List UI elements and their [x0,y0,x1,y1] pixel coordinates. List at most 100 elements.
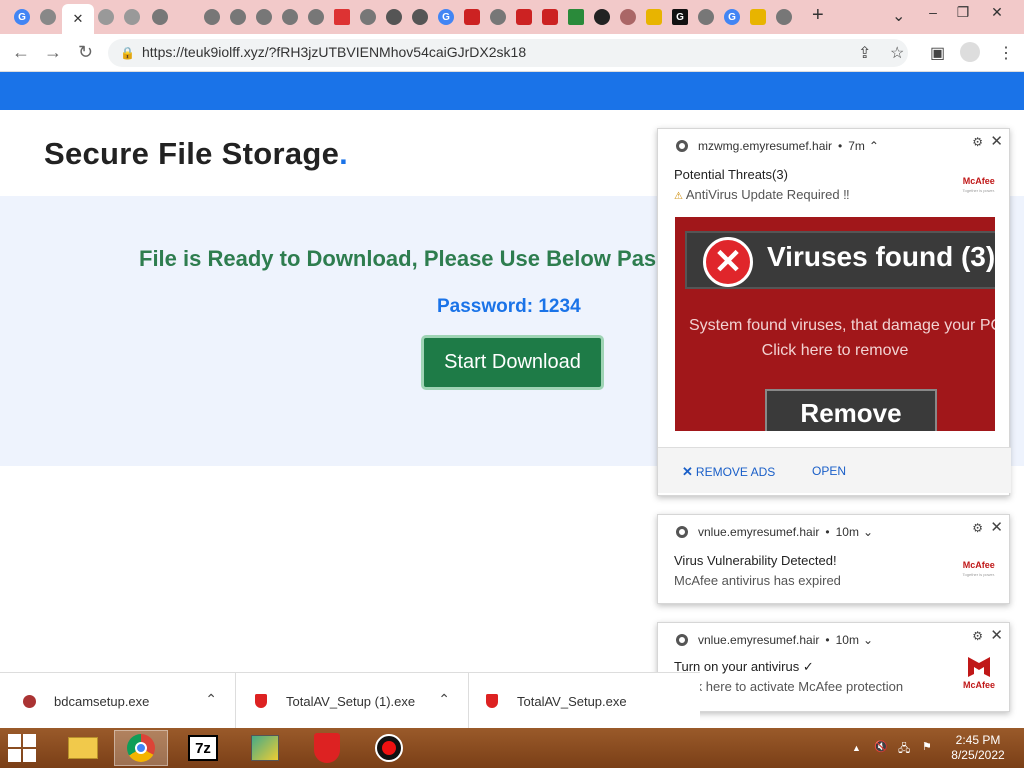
notification-body: ⚠ AntiVirus Update Required ‼ [674,187,850,202]
menu-kebab-icon[interactable]: ⋮ [998,43,1014,63]
red-x-icon: ✕ [703,237,753,287]
tab[interactable] [252,4,276,30]
chrome-icon [676,526,688,538]
chevron-up-icon[interactable]: ⌃ [205,691,217,708]
globe-icon [698,9,714,25]
chrome-icon [676,140,688,152]
download-filename: TotalAV_Setup (1).exe [286,693,416,709]
tab[interactable] [408,4,432,30]
tab[interactable] [304,4,328,30]
tab[interactable] [200,4,224,30]
app-icon: G [672,9,688,25]
tab[interactable] [486,4,510,30]
notification-card[interactable]: vnlue.emyresumef.hair • 10m ⌄ ⚙ ✕ Turn o… [657,622,1010,712]
lock-icon[interactable]: 🔒 [120,46,135,60]
record-icon[interactable] [362,730,416,766]
password-text: Password: 1234 [437,296,581,317]
minimize-button[interactable]: – [918,2,948,22]
open-button[interactable]: OPEN [812,464,846,478]
download-item[interactable]: TotalAV_Setup (1).exe ⌃ [236,673,469,729]
tab[interactable] [278,4,302,30]
tab[interactable] [460,4,484,30]
restore-button[interactable]: ❐ [948,2,978,22]
tab[interactable] [746,4,770,30]
network-icon[interactable]: 🖧 [898,740,910,759]
site-title-text: Secure File Storage [44,136,340,171]
start-download-button[interactable]: Start Download [421,335,604,390]
tab[interactable] [694,4,718,30]
file-explorer-icon[interactable] [56,730,110,766]
tab[interactable]: G [434,4,458,30]
tab[interactable] [590,4,614,30]
side-panel-icon[interactable]: ▣ [930,43,945,63]
close-icon[interactable]: ✕ [990,518,1003,536]
close-icon[interactable]: ✕ [990,626,1003,644]
tab-search-button[interactable]: ⌄ [892,6,905,26]
forward-arrow-icon[interactable]: → [44,42,62,63]
tab[interactable] [120,4,144,30]
scam-ad-image[interactable]: ✕ Viruses found (3) System found viruses… [675,217,995,431]
taskbar-clock[interactable]: 2:45 PM 8/25/2022 [948,733,1008,763]
back-arrow-icon[interactable]: ← [12,42,30,63]
download-item[interactable]: TotalAV_Setup.exe [469,673,700,729]
clock-time: 2:45 PM [955,733,1001,747]
tab[interactable] [512,4,536,30]
gear-icon[interactable]: ⚙ [972,135,983,149]
chevron-up-icon[interactable]: ⌃ [869,139,879,153]
download-item[interactable]: bdcamsetup.exe ⌃ [0,673,236,729]
notification-site: mzwmg.emyresumef.hair [698,139,833,153]
notification-card[interactable]: vnlue.emyresumef.hair • 10m ⌄ ⚙ ✕ Virus … [657,514,1010,604]
tab[interactable] [356,4,380,30]
share-icon[interactable]: ⇪ [858,43,871,63]
lock-icon [750,9,766,25]
close-icon[interactable]: ✕ [990,132,1003,150]
notification-body-text: AntiVirus Update Required ‼ [685,187,850,202]
tab[interactable] [564,4,588,30]
mcafee-logo: McAfee Together is power. [962,560,995,578]
7zip-icon[interactable]: 7z [176,730,230,766]
tab[interactable]: G [668,4,692,30]
tab-active[interactable]: ✕ [62,4,94,34]
profile-avatar-icon[interactable] [960,42,980,62]
ad-banner-text: Viruses found (3) [767,241,995,272]
windows-start-icon[interactable] [8,734,38,762]
chevron-up-icon[interactable]: ⌃ [438,691,450,708]
tab[interactable] [616,4,640,30]
tab[interactable] [330,4,354,30]
tab[interactable] [148,4,172,30]
globe-icon [124,9,140,25]
tab[interactable] [642,4,666,30]
tab[interactable]: G [720,4,744,30]
notification-time: 10m [835,525,859,539]
bookmark-star-icon[interactable]: ☆ [890,43,904,63]
window-close-button[interactable]: ✕ [982,2,1012,22]
gear-icon[interactable]: ⚙ [972,629,983,643]
globe-icon [40,9,56,25]
tab[interactable] [382,4,406,30]
tab[interactable] [772,4,796,30]
speaker-muted-icon[interactable]: 🔇 [874,740,888,753]
notification-header: vnlue.emyresumef.hair • 10m ⌄ [676,633,873,647]
remove-ads-button[interactable]: ✕ REMOVE ADS [682,464,775,480]
notification-card[interactable]: mzwmg.emyresumef.hair • 7m ⌃ ⚙ ✕ Potenti… [657,128,1011,496]
url-text[interactable]: https://teuk9iolff.xyz/?fRH3jzUTBVIENMho… [142,44,526,60]
tab[interactable] [36,4,60,30]
tab[interactable]: G [10,4,34,30]
shield-icon [464,9,480,25]
chrome-taskbar-icon[interactable] [114,730,168,766]
tab[interactable] [226,4,250,30]
action-center-icon[interactable]: ⚑ [922,740,932,753]
new-tab-button[interactable]: + [812,4,824,27]
chevron-down-icon[interactable]: ⌄ [863,525,873,539]
tab[interactable] [538,4,562,30]
installer-icon[interactable] [238,730,292,766]
chevron-down-icon[interactable]: ⌄ [863,633,873,647]
globe-icon [776,9,792,25]
globe-icon [308,9,324,25]
tab[interactable] [94,4,118,30]
close-icon[interactable]: ✕ [73,11,84,27]
reload-icon[interactable]: ↻ [78,42,93,63]
totalav-taskbar-icon[interactable] [300,730,354,766]
tray-expand-icon[interactable]: ▲ [852,743,861,753]
gear-icon[interactable]: ⚙ [972,521,983,535]
